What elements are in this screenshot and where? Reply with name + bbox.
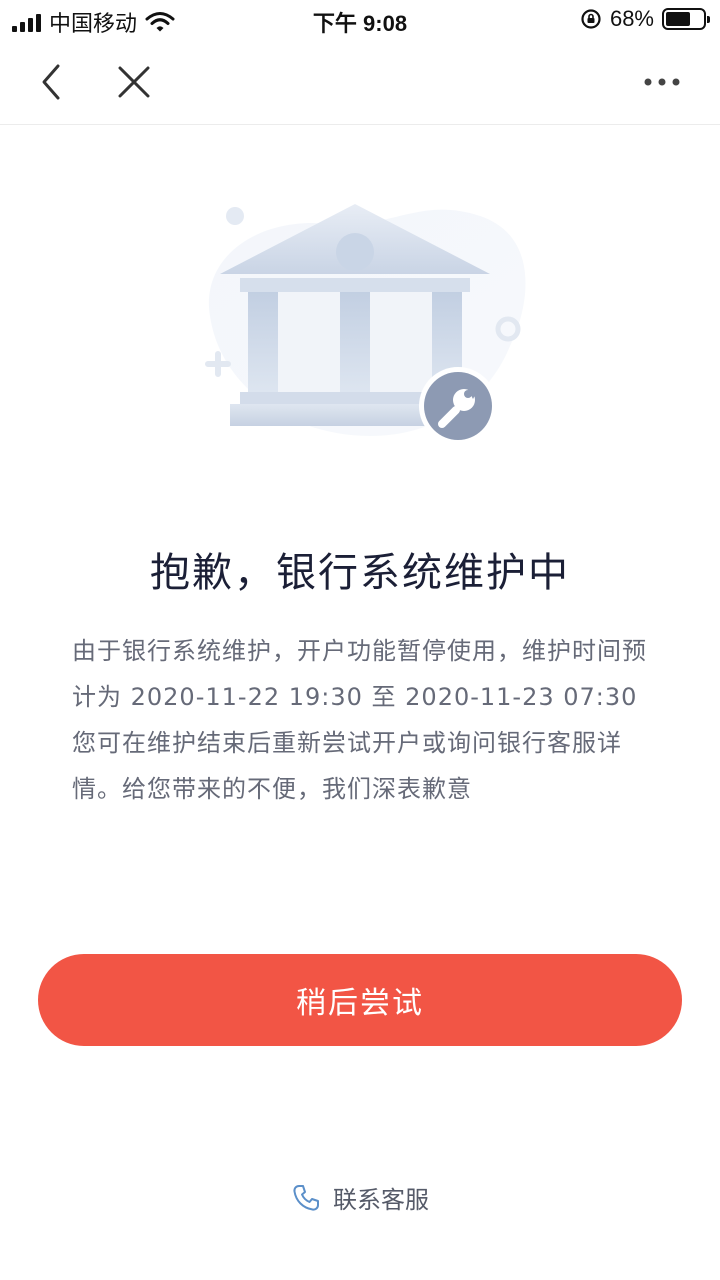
close-button[interactable]	[110, 58, 158, 106]
maintenance-message: 由于银行系统维护，开户功能暂停使用，维护时间预计为 2020-11-22 19:…	[72, 637, 647, 803]
phone-icon	[293, 1184, 319, 1211]
contact-support-link[interactable]: 联系客服	[0, 1180, 720, 1215]
bank-maintenance-illustration	[205, 204, 526, 445]
orientation-lock-icon	[581, 9, 601, 29]
more-horizontal-icon	[644, 78, 680, 86]
close-icon	[118, 66, 150, 98]
wrench-icon	[419, 367, 497, 445]
battery-icon	[662, 8, 710, 30]
more-button[interactable]	[638, 58, 686, 106]
back-button[interactable]	[28, 58, 76, 106]
contact-support-label: 联系客服	[333, 1186, 429, 1214]
chevron-left-icon	[42, 64, 60, 100]
status-bar: 中国移动 下午 9:08 68%	[0, 0, 720, 40]
retry-later-button[interactable]: 稍后尝试	[38, 954, 682, 1046]
nav-bar	[0, 40, 720, 125]
page-title: 抱歉，银行系统维护中	[150, 550, 570, 596]
battery-percent: 68%	[609, 6, 654, 31]
